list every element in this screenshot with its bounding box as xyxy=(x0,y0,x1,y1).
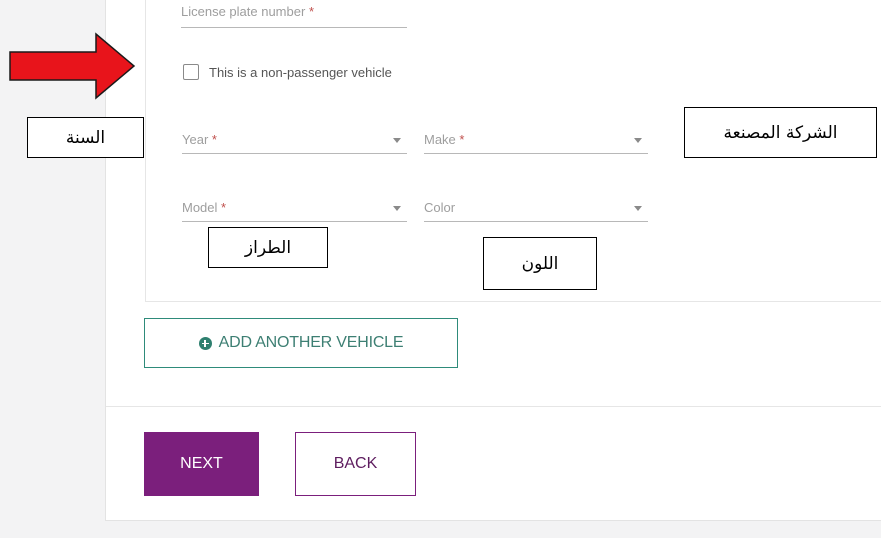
non-passenger-label: This is a non-passenger vehicle xyxy=(209,64,392,80)
non-passenger-checkbox[interactable] xyxy=(183,64,199,80)
license-plate-field[interactable]: License plate number * xyxy=(181,0,407,28)
color-label: Color xyxy=(424,200,456,215)
next-button[interactable]: NEXT xyxy=(144,432,259,496)
year-dropdown-icon xyxy=(393,138,401,143)
annotation-year: السنة xyxy=(27,117,144,158)
annotation-color: اللون xyxy=(483,237,597,290)
color-dropdown-icon xyxy=(634,206,642,211)
plus-circle-icon xyxy=(198,336,212,350)
model-select[interactable]: Model * xyxy=(182,198,407,222)
model-label: Model * xyxy=(182,200,227,215)
annotation-model: الطراز xyxy=(208,227,328,268)
non-passenger-checkbox-row[interactable]: This is a non-passenger vehicle xyxy=(183,62,392,82)
back-button[interactable]: BACK xyxy=(295,432,416,496)
color-select[interactable]: Color xyxy=(424,198,648,222)
model-dropdown-icon xyxy=(393,206,401,211)
make-select[interactable]: Make * xyxy=(424,130,648,154)
make-label: Make * xyxy=(424,132,465,147)
section-divider xyxy=(106,406,881,407)
add-another-vehicle-label: ADD ANOTHER VEHICLE xyxy=(218,334,404,351)
annotation-make: الشركة المصنعة xyxy=(684,107,877,158)
year-label: Year * xyxy=(182,132,217,147)
make-dropdown-icon xyxy=(634,138,642,143)
license-plate-label: License plate number * xyxy=(181,4,314,19)
year-select[interactable]: Year * xyxy=(182,130,407,154)
add-another-vehicle-button[interactable]: ADD ANOTHER VEHICLE xyxy=(144,318,458,368)
red-arrow-icon xyxy=(9,32,136,100)
